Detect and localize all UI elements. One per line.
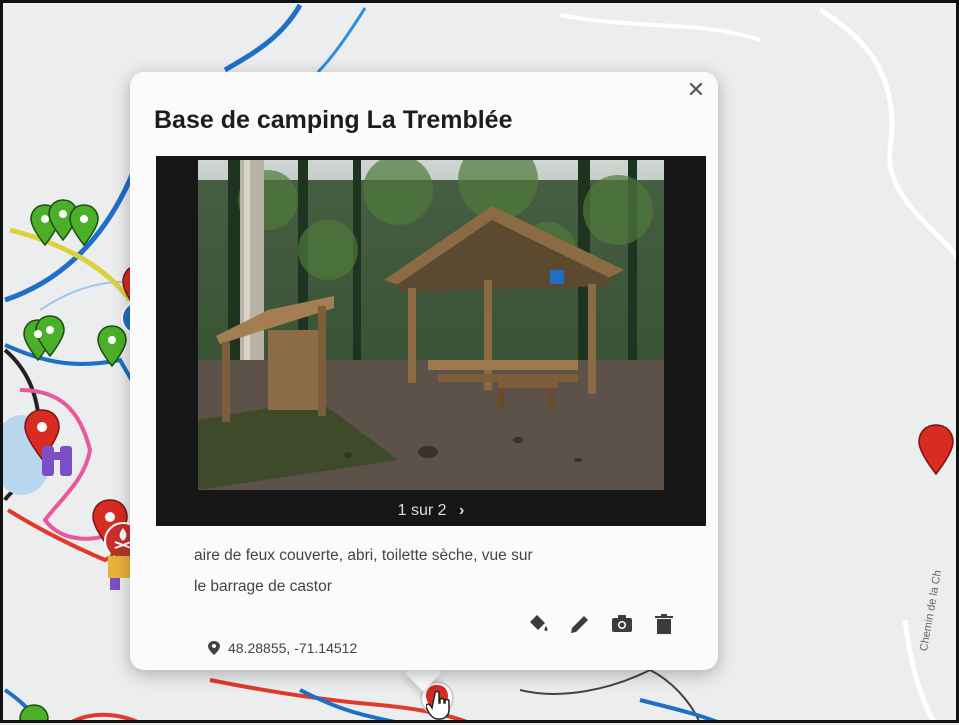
close-icon[interactable]: ✕ bbox=[684, 78, 708, 102]
camera-icon[interactable] bbox=[610, 612, 634, 636]
description-line: aire de feux couverte, abri, toilette sè… bbox=[194, 547, 533, 564]
paint-bucket-icon[interactable] bbox=[526, 612, 550, 636]
place-title: Base de camping La Tremblée bbox=[154, 106, 513, 134]
campsite-photo[interactable] bbox=[198, 140, 664, 490]
trash-icon[interactable] bbox=[652, 612, 676, 636]
popup-toolbar bbox=[526, 612, 676, 636]
location-pin-icon bbox=[208, 641, 220, 655]
place-description: aire de feux couverte, abri, toilette sè… bbox=[194, 540, 654, 602]
hand-cursor-icon bbox=[425, 690, 454, 720]
next-photo-button[interactable]: › bbox=[459, 502, 464, 520]
coordinates: 48.28855, -71.14512 bbox=[208, 640, 357, 656]
coordinates-text: 48.28855, -71.14512 bbox=[228, 640, 358, 656]
place-info-popup: ✕ Base de camping La Tremblée 1 sur 2 › … bbox=[130, 72, 718, 670]
pencil-icon[interactable] bbox=[568, 612, 592, 636]
description-line: le barrage de castor bbox=[194, 578, 332, 595]
gallery-counter-text: 1 sur 2 bbox=[397, 502, 447, 519]
photo-gallery[interactable]: 1 sur 2 › bbox=[156, 140, 706, 526]
gallery-pager: 1 sur 2 › bbox=[156, 502, 706, 520]
